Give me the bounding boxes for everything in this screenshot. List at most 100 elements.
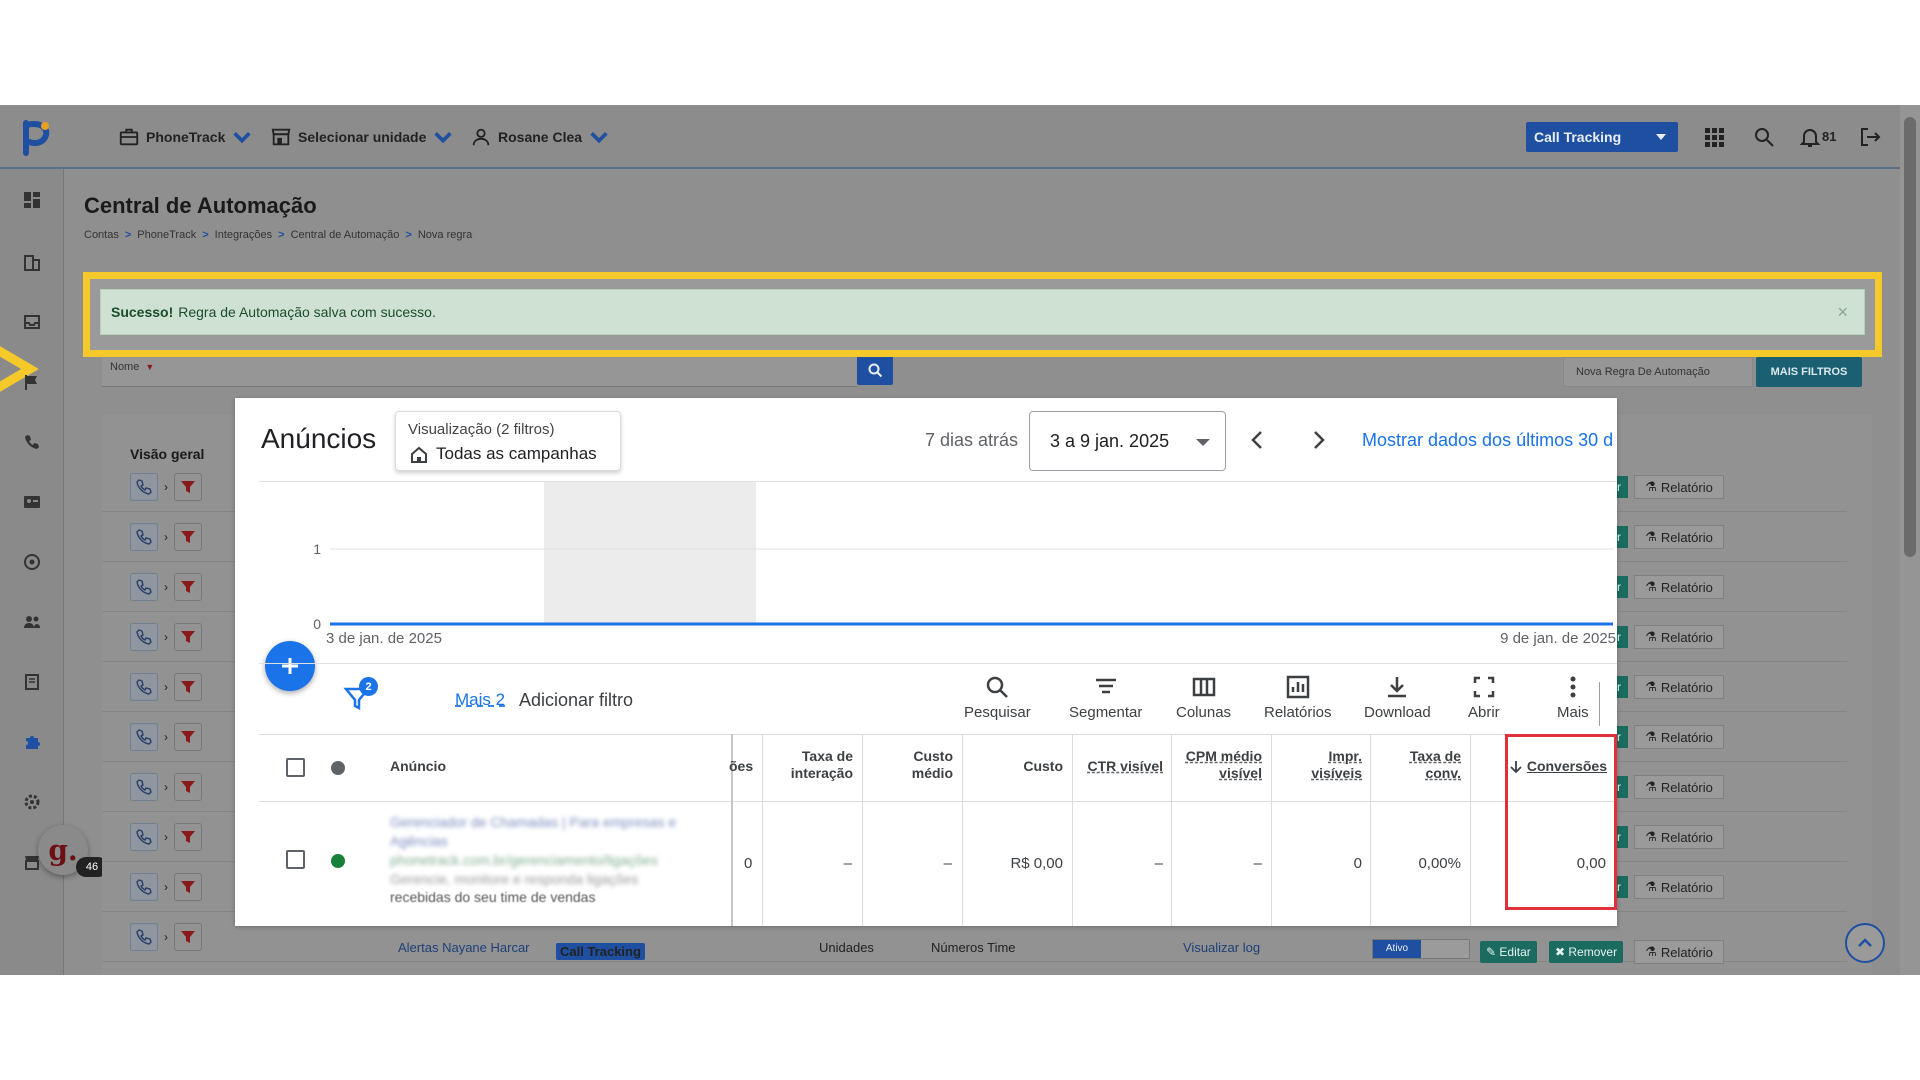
expand-tool-button[interactable]: Abrir	[1468, 674, 1500, 721]
phone-icon[interactable]	[130, 573, 158, 601]
apps-grid-icon[interactable]	[1702, 125, 1726, 149]
building-icon[interactable]	[23, 253, 41, 271]
breadcrumb-item[interactable]: Contas	[84, 229, 119, 241]
filter-icon[interactable]	[174, 623, 202, 651]
breadcrumb-item[interactable]: PhoneTrack	[137, 229, 196, 241]
dashboard-icon[interactable]	[23, 191, 41, 209]
unit-menu-label: Selecionar unidade	[298, 129, 427, 145]
report-button[interactable]: ⚗ Relatório	[1634, 625, 1724, 649]
user-menu[interactable]: Rosane Clea	[470, 125, 610, 149]
chevron-left-icon[interactable]	[1246, 428, 1270, 452]
edit-button[interactable]: ✎ Editar	[1480, 941, 1537, 963]
header-line: conv.	[1425, 765, 1461, 781]
column-header-cpm-medio-visivel[interactable]: CPM médio visível	[1179, 748, 1262, 782]
date-range-picker[interactable]: 3 a 9 jan. 2025	[1029, 411, 1226, 471]
chevron-right-icon[interactable]	[1306, 428, 1330, 452]
filter-icon[interactable]	[174, 873, 202, 901]
filter-icon[interactable]	[174, 923, 202, 951]
row-checkbox[interactable]	[286, 850, 305, 869]
breadcrumb-item[interactable]: Central de Automação	[291, 229, 400, 241]
filter-icon[interactable]	[174, 723, 202, 751]
rule-type-select[interactable]: Nova Regra De Automação	[1563, 357, 1753, 387]
inbox-icon[interactable]	[23, 313, 41, 331]
breadcrumb-item[interactable]: Integrações	[215, 229, 272, 241]
chevron-up-icon	[1858, 938, 1872, 947]
phone-icon[interactable]	[130, 923, 158, 951]
logout-icon[interactable]	[1858, 125, 1882, 149]
column-divider	[762, 734, 763, 926]
column-header-custo-medio[interactable]: Custo médio	[880, 748, 953, 782]
report-button[interactable]: ⚗ Relatório	[1634, 875, 1724, 899]
report-button[interactable]: ⚗ Relatório	[1634, 525, 1724, 549]
phone-icon[interactable]	[130, 623, 158, 651]
column-header-anuncio[interactable]: Anúncio	[390, 758, 446, 775]
breadcrumb-separator: >	[278, 229, 285, 241]
more-tool-button[interactable]: Mais	[1557, 674, 1589, 721]
add-button[interactable]	[265, 641, 315, 691]
product-select[interactable]: Call Tracking	[1526, 122, 1678, 152]
status-toggle[interactable]: Ativo	[1372, 939, 1470, 959]
phonetrack-logo[interactable]	[20, 119, 52, 157]
puzzle-icon[interactable]	[23, 733, 41, 751]
phone-icon[interactable]	[130, 823, 158, 851]
view-log-link[interactable]: Visualizar log	[1183, 940, 1260, 955]
phone-icon[interactable]	[23, 433, 41, 451]
search-tool-button[interactable]: Pesquisar	[964, 674, 1031, 721]
phone-icon[interactable]	[130, 873, 158, 901]
column-header-taxa-interacao[interactable]: Taxa de interação	[780, 748, 853, 782]
column-header-taxa-conv[interactable]: Taxa de conv.	[1378, 748, 1461, 782]
account-menu[interactable]: PhoneTrack	[118, 125, 253, 149]
contact-card-icon[interactable]	[23, 493, 41, 511]
column-header-partial[interactable]: ões	[729, 758, 753, 775]
report-button[interactable]: ⚗ Relatório	[1634, 575, 1724, 599]
phone-icon[interactable]	[130, 673, 158, 701]
segment-tool-button[interactable]: Segmentar	[1069, 674, 1142, 721]
column-header-impr-visiveis[interactable]: Impr. visíveis	[1279, 748, 1362, 782]
rule-name-link[interactable]: Alertas Nayane Harcar	[398, 940, 530, 955]
filter-icon[interactable]	[174, 773, 202, 801]
scrollbar-thumb[interactable]	[1904, 117, 1916, 557]
filter-icon[interactable]	[174, 673, 202, 701]
report-button[interactable]: ⚗ Relatório	[1634, 675, 1724, 699]
search-button[interactable]	[857, 355, 893, 385]
chevron-right-icon: ›	[164, 580, 168, 594]
phone-icon[interactable]	[130, 773, 158, 801]
vertical-scrollbar[interactable]	[1900, 105, 1920, 975]
phone-icon[interactable]	[130, 723, 158, 751]
flag-icon[interactable]	[23, 373, 41, 391]
book-icon[interactable]	[23, 673, 41, 691]
more-filters-link[interactable]: Mais 2	[455, 690, 505, 710]
report-button[interactable]: ⚗ Relatório	[1634, 475, 1724, 499]
filter-icon[interactable]	[174, 473, 202, 501]
add-filter-button[interactable]: Adicionar filtro	[519, 690, 633, 711]
users-icon[interactable]	[23, 613, 41, 631]
reports-tool-button[interactable]: Relatórios	[1264, 674, 1332, 721]
select-all-checkbox[interactable]	[286, 758, 305, 777]
column-header-custo[interactable]: Custo	[980, 758, 1063, 775]
unit-menu[interactable]: Selecionar unidade	[270, 125, 454, 149]
phone-icon[interactable]	[130, 523, 158, 551]
target-icon[interactable]	[23, 553, 41, 571]
remove-button[interactable]: ✖ Remover	[1549, 941, 1624, 963]
ad-preview-text[interactable]: Gerenciador de Chamadas | Para empresas …	[390, 813, 690, 889]
columns-tool-button[interactable]: Colunas	[1176, 674, 1231, 721]
report-button[interactable]: ⚗ Relatório	[1634, 775, 1724, 799]
download-tool-button[interactable]: Download	[1364, 674, 1431, 721]
show-last-30-days-link[interactable]: Mostrar dados dos últimos 30 d	[1362, 430, 1613, 451]
filter-icon[interactable]	[174, 573, 202, 601]
more-filters-button[interactable]: MAIS FILTROS	[1756, 357, 1862, 387]
search-icon[interactable]	[1752, 125, 1776, 149]
scroll-top-button[interactable]	[1845, 923, 1885, 963]
settings-icon[interactable]	[23, 793, 41, 811]
report-button[interactable]: ⚗ Relatório	[1634, 725, 1724, 749]
bell-icon[interactable]	[1798, 125, 1822, 149]
report-button[interactable]: ⚗ Relatório	[1634, 825, 1724, 849]
column-header-ctr-visivel[interactable]: CTR visível	[1080, 758, 1163, 775]
filter-icon[interactable]	[174, 823, 202, 851]
filter-icon[interactable]	[174, 523, 202, 551]
search-icon	[987, 676, 1009, 698]
view-selector[interactable]: Visualização (2 filtros) Todas as campan…	[395, 411, 621, 471]
phone-icon[interactable]	[130, 473, 158, 501]
report-button[interactable]: ⚗ Relatório	[1634, 940, 1724, 964]
close-icon[interactable]: ×	[1837, 302, 1848, 323]
